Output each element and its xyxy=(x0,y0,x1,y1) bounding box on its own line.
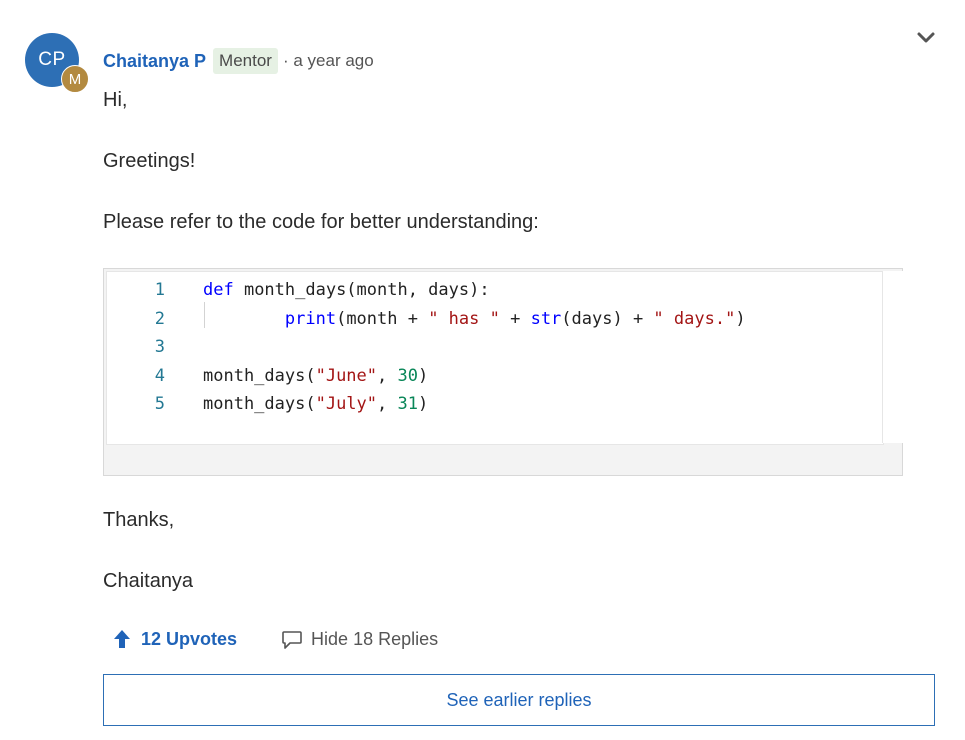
code-token: str xyxy=(530,309,562,329)
code-text: def month_days(month, days): xyxy=(203,280,490,300)
code-token: ) xyxy=(735,309,746,329)
upvote-button[interactable]: 12 Upvotes xyxy=(113,629,237,650)
line-number: 5 xyxy=(154,394,165,414)
comment-signature: Chaitanya xyxy=(103,570,194,592)
code-token: "July" xyxy=(315,394,378,414)
code-text: month_days("July", 31) xyxy=(203,394,428,414)
code-line: 5 month_days("July", 31) xyxy=(107,390,428,418)
code-token: ) xyxy=(417,366,429,386)
see-earlier-replies-button[interactable]: See earlier replies xyxy=(103,674,935,726)
role-badge: Mentor xyxy=(213,48,278,74)
speech-bubble-icon xyxy=(282,631,302,649)
upvote-count: 12 Upvotes xyxy=(141,628,238,649)
line-number: 1 xyxy=(154,280,165,300)
comment-intro: Please refer to the code for better unde… xyxy=(103,211,539,233)
author-name[interactable]: Chaitanya P xyxy=(103,51,206,72)
comment-actions: 12 Upvotes Hide 18 Replies xyxy=(113,624,438,654)
chevron-down-icon[interactable] xyxy=(914,28,938,48)
code-token: "June" xyxy=(315,366,378,386)
code-block: 1 def month_days(month, days): 2 print(mon… xyxy=(103,268,903,476)
replies-label: Hide 18 Replies xyxy=(311,628,439,649)
comment-thanks: Thanks, xyxy=(103,509,175,531)
code-text: month_days("June", 30) xyxy=(203,366,428,386)
code-token: " days." xyxy=(653,309,736,329)
comment-timestamp: · a year ago xyxy=(282,51,374,70)
code-token: (month + xyxy=(336,309,429,329)
code-token: month_days( xyxy=(203,366,316,386)
code-scrollbar[interactable] xyxy=(882,271,903,443)
toggle-replies-button[interactable]: Hide 18 Replies xyxy=(281,628,438,650)
code-token: (days) + xyxy=(561,309,654,329)
code-token: , xyxy=(377,394,398,414)
avatar-initials: CP xyxy=(38,49,66,70)
comment-greeting: Hi, xyxy=(103,89,128,111)
line-number: 4 xyxy=(154,366,165,386)
code-line: 3 xyxy=(107,333,165,361)
comment-greetings: Greetings! xyxy=(103,150,196,172)
code-token: month_days(month, days): xyxy=(233,280,490,300)
avatar-badge-initial: M xyxy=(68,70,82,88)
code-token: print xyxy=(284,309,337,329)
code-text: print(month + " has " + str(days) + " da… xyxy=(203,309,746,329)
code-line: 4 month_days("June", 30) xyxy=(107,362,428,390)
code-token: + xyxy=(499,309,531,329)
line-number: 2 xyxy=(154,309,165,329)
line-number: 3 xyxy=(154,337,165,357)
code-line: 2 print(month + " has " + str(days) + " … xyxy=(107,305,746,333)
code-token: ) xyxy=(417,394,429,414)
avatar-role-badge: M xyxy=(61,65,89,93)
code-token: , xyxy=(377,366,398,386)
code-line: 1 def month_days(month, days): xyxy=(107,276,490,304)
code-token: def xyxy=(203,280,234,300)
code-token: " has " xyxy=(428,309,500,329)
code-editor[interactable]: 1 def month_days(month, days): 2 print(mon… xyxy=(106,271,884,445)
comment-header: Chaitanya P Mentor · a year ago xyxy=(103,46,374,76)
code-token: 30 xyxy=(397,366,418,386)
code-token: 31 xyxy=(397,394,418,414)
arrow-up-icon xyxy=(114,630,130,648)
code-token: month_days( xyxy=(203,394,316,414)
